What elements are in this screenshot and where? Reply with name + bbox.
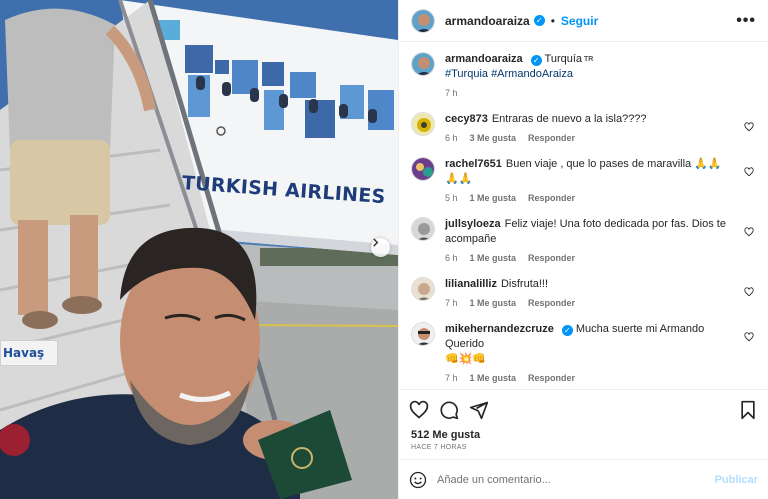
- comment-item: mikehernandezcruze ✓ Mucha suerte mi Arma…: [411, 322, 756, 383]
- comment-likes[interactable]: 1 Me gusta: [470, 193, 517, 203]
- save-bookmark-icon[interactable]: [738, 400, 758, 420]
- post-actions-bar: [399, 389, 768, 429]
- commenter-avatar[interactable]: [411, 157, 435, 181]
- verified-badge-icon: ✓: [530, 55, 542, 66]
- caption-username[interactable]: armandoaraiza: [445, 53, 523, 65]
- share-send-icon[interactable]: [469, 400, 489, 420]
- caption-hashtags[interactable]: #Turquia #ArmandoAraiza: [445, 67, 756, 82]
- caption-time[interactable]: 7 h: [445, 88, 458, 98]
- comment-username[interactable]: rachel7651: [445, 158, 502, 170]
- reply-button[interactable]: Responder: [528, 298, 575, 308]
- author-username[interactable]: armandoaraiza: [445, 14, 530, 28]
- follow-button[interactable]: Seguir: [561, 14, 598, 28]
- caption-location[interactable]: Turquía: [545, 53, 583, 65]
- author-avatar[interactable]: [411, 8, 435, 33]
- like-heart-icon[interactable]: [409, 400, 429, 420]
- like-comment-heart-icon[interactable]: [744, 287, 754, 297]
- more-options-icon[interactable]: •••: [736, 12, 756, 30]
- header-separator: •: [550, 13, 555, 28]
- publish-button[interactable]: Publicar: [715, 474, 758, 486]
- likes-count[interactable]: 512 Me gusta: [399, 429, 768, 441]
- post-header: armandoaraiza ✓ • Seguir •••: [399, 0, 768, 42]
- post-side-panel: armandoaraiza ✓ • Seguir ••• armandoarai…: [398, 0, 768, 499]
- comment-username[interactable]: lilianalilliz: [445, 278, 497, 290]
- reply-button[interactable]: Responder: [528, 193, 575, 203]
- photo-scene: [0, 0, 398, 499]
- comment-item: jullsyloeza Feliz viaje! Una foto dedicad…: [411, 217, 756, 263]
- instagram-post-modal: TURKISH AIRLINES Havaş armandoaraiza ✓ •…: [0, 0, 768, 499]
- comment-item: cecy873 Entraras de nuevo a la isla???? 6…: [411, 112, 756, 143]
- like-comment-heart-icon[interactable]: [744, 227, 754, 237]
- comment-item: rachel7651 Buen viaje , que lo pases de m…: [411, 157, 756, 203]
- comment-input[interactable]: [437, 473, 715, 486]
- comment-time[interactable]: 6 h: [445, 133, 458, 143]
- verified-badge-icon: ✓: [533, 15, 545, 26]
- comment-username[interactable]: jullsyloeza: [445, 218, 501, 230]
- comment-time[interactable]: 7 h: [445, 298, 458, 308]
- post-date[interactable]: HACE 7 HORAS: [399, 441, 768, 459]
- comment-time[interactable]: 5 h: [445, 193, 458, 203]
- reply-button[interactable]: Responder: [528, 373, 575, 383]
- reply-button[interactable]: Responder: [528, 253, 575, 263]
- commenter-avatar[interactable]: [411, 322, 435, 346]
- comment-bubble-icon[interactable]: [439, 400, 459, 420]
- next-photo-button[interactable]: [371, 238, 390, 257]
- comment-time[interactable]: 7 h: [445, 373, 458, 383]
- commenter-avatar[interactable]: [411, 217, 435, 241]
- comment-likes[interactable]: 3 Me gusta: [470, 133, 517, 143]
- comment-item: lilianalilliz Disfruta!!! 7 h 1 Me gusta …: [411, 277, 756, 308]
- reply-button[interactable]: Responder: [528, 133, 575, 143]
- stair-sign-text: Havaş: [3, 346, 45, 360]
- comment-likes[interactable]: 1 Me gusta: [470, 253, 517, 263]
- comment-likes[interactable]: 1 Me gusta: [470, 373, 517, 383]
- comment-text: Entraras de nuevo a la isla????: [491, 113, 647, 125]
- like-comment-heart-icon[interactable]: [744, 122, 754, 132]
- flag-tr: TR: [584, 56, 594, 63]
- like-comment-heart-icon[interactable]: [744, 167, 754, 177]
- emoji-icon[interactable]: [409, 471, 427, 489]
- verified-badge-icon: ✓: [561, 325, 573, 336]
- comments-list[interactable]: armandoaraiza ✓ Turquía TR #Turquia #Arman…: [399, 42, 768, 389]
- comment-time[interactable]: 6 h: [445, 253, 458, 263]
- stair-sign: Havaş: [0, 340, 58, 366]
- commenter-avatar[interactable]: [411, 277, 435, 301]
- commenter-avatar[interactable]: [411, 112, 435, 136]
- comment-text: Disfruta!!!: [500, 278, 549, 290]
- chevron-right-icon: [373, 238, 379, 247]
- post-caption: armandoaraiza ✓ Turquía TR #Turquia #Arman…: [411, 52, 756, 98]
- post-photo[interactable]: TURKISH AIRLINES Havaş: [0, 0, 398, 499]
- comment-username[interactable]: cecy873: [445, 113, 488, 125]
- comment-username[interactable]: mikehernandezcruze: [445, 323, 554, 335]
- comment-likes[interactable]: 1 Me gusta: [470, 298, 517, 308]
- comment-composer: Publicar: [399, 459, 768, 499]
- like-comment-heart-icon[interactable]: [744, 332, 754, 342]
- caption-avatar[interactable]: [411, 52, 435, 76]
- comment-emoji: 👊💥👊: [445, 353, 487, 365]
